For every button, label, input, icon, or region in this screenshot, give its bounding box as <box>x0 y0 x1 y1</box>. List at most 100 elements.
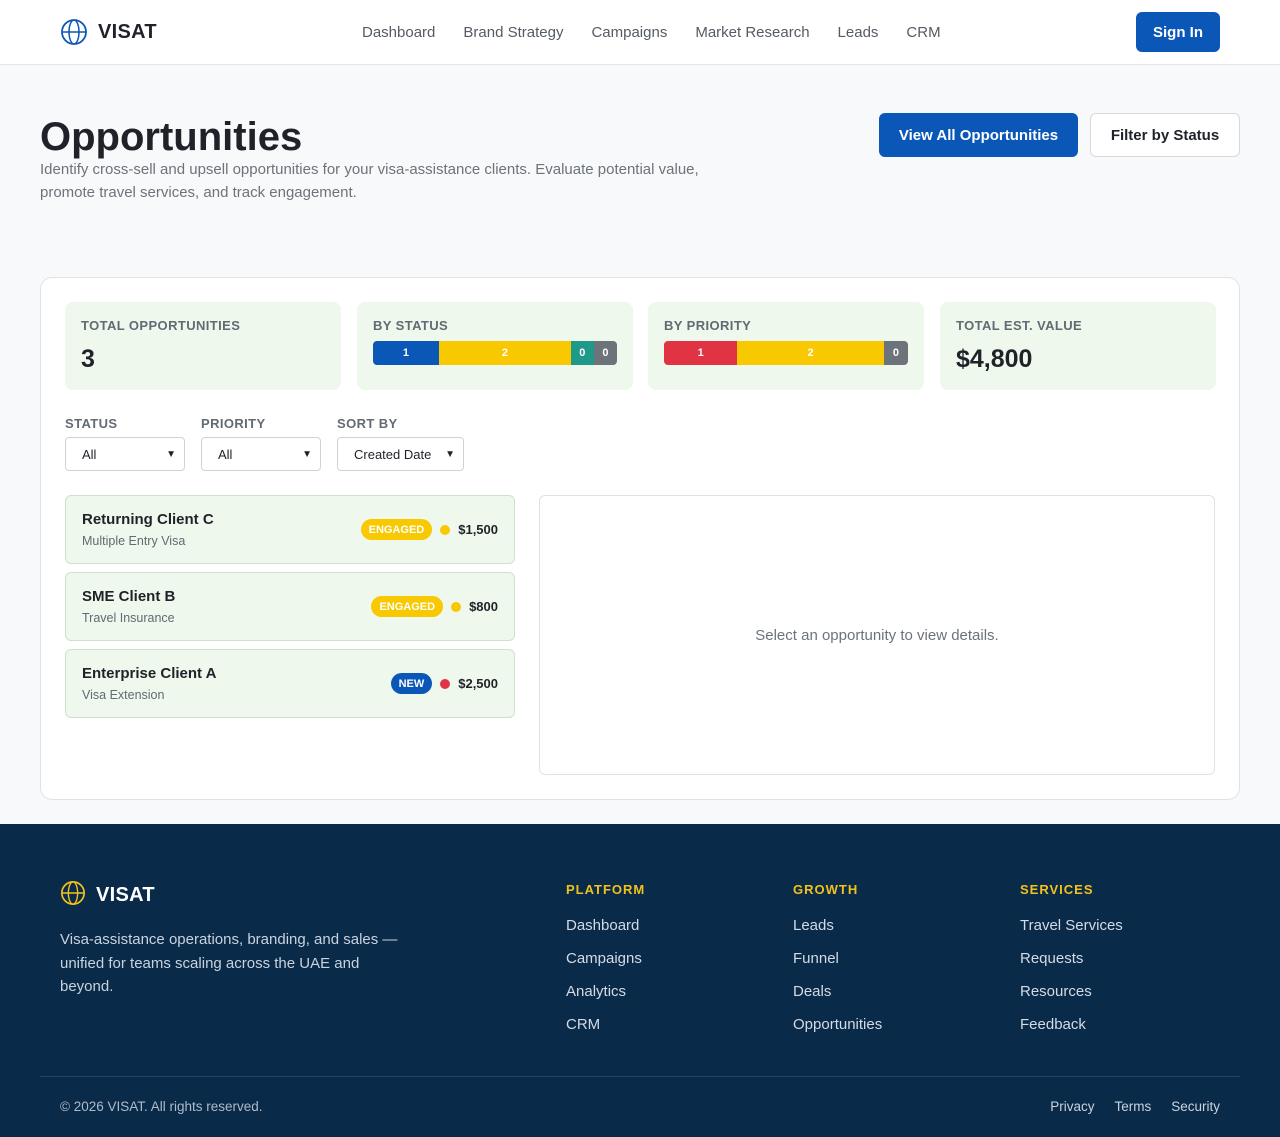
filter-label: SORT BY <box>337 416 398 431</box>
opportunity-card[interactable]: Returning Client C Multiple Entry Visa E… <box>65 495 515 564</box>
footer-link[interactable]: CRM <box>566 1016 645 1033</box>
chevron-down-icon: ▼ <box>445 448 455 460</box>
filter-label: PRIORITY <box>201 416 266 431</box>
footer-brand-name: VISAT <box>96 884 155 906</box>
priority-segment: 1 <box>664 341 738 365</box>
nav-leads[interactable]: Leads <box>838 24 879 41</box>
nav-campaigns[interactable]: Campaigns <box>591 24 667 41</box>
footer-link[interactable]: Funnel <box>793 950 882 967</box>
status-badge: ENGAGED <box>360 519 433 540</box>
security-link[interactable]: Security <box>1171 1099 1220 1114</box>
view-all-opportunities-button[interactable]: View All Opportunities <box>879 113 1078 157</box>
opportunity-name: Returning Client C <box>82 511 214 528</box>
brand-name: VISAT <box>98 20 157 43</box>
select-value: All <box>218 446 233 462</box>
opportunity-type: Visa Extension <box>82 688 165 702</box>
sort-filter: SORT BY Created Date ▼ <box>337 416 464 471</box>
opportunity-name: SME Client B <box>82 588 176 605</box>
privacy-link[interactable]: Privacy <box>1050 1099 1094 1114</box>
opportunity-card[interactable]: Enterprise Client A Visa Extension NEW $… <box>65 649 515 718</box>
opportunity-value: $800 <box>469 599 498 614</box>
priority-segment: 0 <box>883 341 908 365</box>
stat-label: TOTAL EST. VALUE <box>956 318 1083 333</box>
globe-icon <box>60 18 88 46</box>
footer-column-platform: PLATFORM Dashboard Campaigns Analytics C… <box>566 882 645 1049</box>
footer-column-services: SERVICES Travel Services Requests Resour… <box>1020 882 1123 1049</box>
nav-market-research[interactable]: Market Research <box>695 24 809 41</box>
page-hero: Opportunities Identify cross-sell and up… <box>0 65 1280 277</box>
stat-value: 3 <box>81 345 95 373</box>
page-subtitle: Identify cross-sell and upsell opportuni… <box>40 161 699 201</box>
brand-logo[interactable]: VISAT <box>60 18 157 46</box>
status-badge: ENGAGED <box>371 596 444 617</box>
globe-icon <box>60 880 86 911</box>
filter-label: STATUS <box>65 416 118 431</box>
footer-link[interactable]: Resources <box>1020 983 1123 1000</box>
opportunity-detail-pane: Select an opportunity to view details. <box>539 495 1215 775</box>
chevron-down-icon: ▼ <box>166 448 176 460</box>
footer-link[interactable]: Feedback <box>1020 1016 1123 1033</box>
priority-dot <box>451 601 462 612</box>
terms-link[interactable]: Terms <box>1114 1099 1151 1114</box>
filter-bar: STATUS All ▼ PRIORITY All ▼ SORT BY Crea… <box>65 416 464 471</box>
chevron-down-icon: ▼ <box>302 448 312 460</box>
status-filter: STATUS All ▼ <box>65 416 185 471</box>
main-nav: Dashboard Brand Strategy Campaigns Marke… <box>362 0 941 64</box>
stat-label: BY STATUS <box>373 318 449 333</box>
stat-total-est-value: TOTAL EST. VALUE $4,800 <box>940 302 1216 390</box>
stat-label: BY PRIORITY <box>664 318 752 333</box>
nav-brand-strategy[interactable]: Brand Strategy <box>463 24 563 41</box>
opportunity-meta: ENGAGED $1,500 <box>360 519 498 540</box>
sort-select[interactable]: Created Date ▼ <box>337 437 464 471</box>
opportunity-name: Enterprise Client A <box>82 665 217 682</box>
opportunity-type: Travel Insurance <box>82 611 175 625</box>
empty-state-message: Select an opportunity to view details. <box>755 626 999 644</box>
legal-links: Privacy Terms Security <box>1050 1099 1220 1114</box>
priority-dot <box>440 524 451 535</box>
stat-total-opportunities: TOTAL OPPORTUNITIES 3 <box>65 302 341 390</box>
footer-link[interactable]: Campaigns <box>566 950 645 967</box>
footer-heading: GROWTH <box>793 882 859 897</box>
footer-brand[interactable]: VISAT <box>60 880 155 911</box>
stat-label: TOTAL OPPORTUNITIES <box>81 318 241 333</box>
status-select[interactable]: All ▼ <box>65 437 185 471</box>
footer-heading: SERVICES <box>1020 882 1094 897</box>
select-value: All <box>82 446 97 462</box>
status-segment: 2 <box>438 341 571 365</box>
priority-segment: 2 <box>737 341 884 365</box>
footer-link[interactable]: Travel Services <box>1020 917 1123 934</box>
copyright: © 2026 VISAT. All rights reserved. <box>60 1099 263 1114</box>
nav-crm[interactable]: CRM <box>906 24 940 41</box>
stat-by-priority: BY PRIORITY 120 <box>648 302 924 390</box>
stat-by-status: BY STATUS 1200 <box>357 302 633 390</box>
footer-link[interactable]: Leads <box>793 917 882 934</box>
footer-column-growth: GROWTH Leads Funnel Deals Opportunities <box>793 882 882 1049</box>
priority-filter: PRIORITY All ▼ <box>201 416 321 471</box>
filter-by-status-button[interactable]: Filter by Status <box>1090 113 1240 157</box>
opportunity-value: $2,500 <box>458 676 498 691</box>
priority-dot <box>440 678 451 689</box>
footer-description: Visa-assistance operations, branding, an… <box>60 931 398 995</box>
status-segment: 0 <box>570 341 594 365</box>
footer-link[interactable]: Dashboard <box>566 917 645 934</box>
stat-value: $4,800 <box>956 345 1033 373</box>
footer-link[interactable]: Opportunities <box>793 1016 882 1033</box>
status-distribution-bar: 1200 <box>373 341 617 365</box>
top-header: VISAT Dashboard Brand Strategy Campaigns… <box>0 0 1280 65</box>
opportunity-card[interactable]: SME Client B Travel Insurance ENGAGED $8… <box>65 572 515 641</box>
priority-select[interactable]: All ▼ <box>201 437 321 471</box>
site-footer: VISAT Visa-assistance operations, brandi… <box>0 824 1280 1137</box>
footer-link[interactable]: Requests <box>1020 950 1123 967</box>
status-segment: 1 <box>373 341 439 365</box>
nav-dashboard[interactable]: Dashboard <box>362 24 435 41</box>
select-value: Created Date <box>354 446 432 462</box>
footer-link[interactable]: Deals <box>793 983 882 1000</box>
opportunities-panel: TOTAL OPPORTUNITIES 3 BY STATUS 1200 BY … <box>40 277 1240 800</box>
footer-heading: PLATFORM <box>566 882 646 897</box>
footer-divider <box>40 1076 1240 1077</box>
footer-link[interactable]: Analytics <box>566 983 645 1000</box>
page-title: Opportunities <box>40 115 303 159</box>
status-badge: NEW <box>390 673 433 694</box>
priority-distribution-bar: 120 <box>664 341 908 365</box>
sign-in-button[interactable]: Sign In <box>1136 12 1220 52</box>
